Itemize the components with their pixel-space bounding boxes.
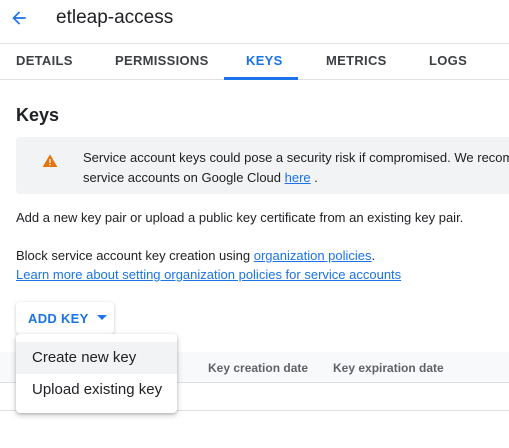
back-button[interactable]	[6, 6, 32, 30]
learn-more-link[interactable]: Learn more about setting organization po…	[16, 267, 401, 282]
page-header: etleap-access	[0, 0, 509, 40]
tab-logs[interactable]: LOGS	[429, 44, 467, 80]
menu-item-upload-existing-key[interactable]: Upload existing key	[16, 374, 177, 406]
warning-line-1: Service account keys could pose a securi…	[83, 150, 509, 165]
block-creation-suffix: .	[371, 248, 376, 263]
tab-keys[interactable]: KEYS	[246, 44, 283, 80]
warning-line-2: service accounts on Google Cloud here .	[83, 168, 509, 188]
caret-down-icon	[96, 315, 107, 320]
section-title: Keys	[16, 105, 60, 125]
organization-policies-link[interactable]: organization policies	[254, 248, 372, 263]
active-tab-indicator	[224, 77, 298, 80]
warning-message: Service account keys could pose a securi…	[83, 148, 509, 188]
menu-item-create-new-key[interactable]: Create new key	[16, 342, 177, 374]
add-key-button[interactable]: ADD KEY	[16, 302, 114, 334]
warning-icon	[42, 154, 58, 167]
warning-banner: Service account keys could pose a securi…	[16, 137, 509, 194]
learn-more-row: Learn more about setting organization po…	[16, 267, 401, 282]
arrow-back-icon	[12, 11, 26, 25]
add-key-label: ADD KEY	[28, 310, 89, 326]
tab-details[interactable]: DETAILS	[16, 44, 73, 80]
here-link[interactable]: here	[285, 170, 311, 185]
tab-permissions[interactable]: PERMISSIONS	[115, 44, 209, 80]
page-title: etleap-access	[56, 7, 174, 28]
block-creation-prefix: Block service account key creation using	[16, 248, 254, 263]
tab-bar: DETAILS PERMISSIONS KEYS METRICS LOGS	[0, 43, 509, 80]
warning-line-2-suffix: .	[310, 170, 318, 185]
block-creation-text: Block service account key creation using…	[16, 248, 375, 263]
column-key-creation-date[interactable]: Key creation date	[208, 361, 308, 375]
add-key-description: Add a new key pair or upload a public ke…	[16, 210, 464, 225]
column-key-expiration-date[interactable]: Key expiration date	[333, 361, 444, 375]
warning-line-2-text: service accounts on Google Cloud	[83, 170, 285, 185]
add-key-menu: Create new key Upload existing key	[16, 334, 177, 413]
service-account-page: etleap-access DETAILS PERMISSIONS KEYS M…	[0, 0, 509, 448]
tab-metrics[interactable]: METRICS	[326, 44, 387, 80]
